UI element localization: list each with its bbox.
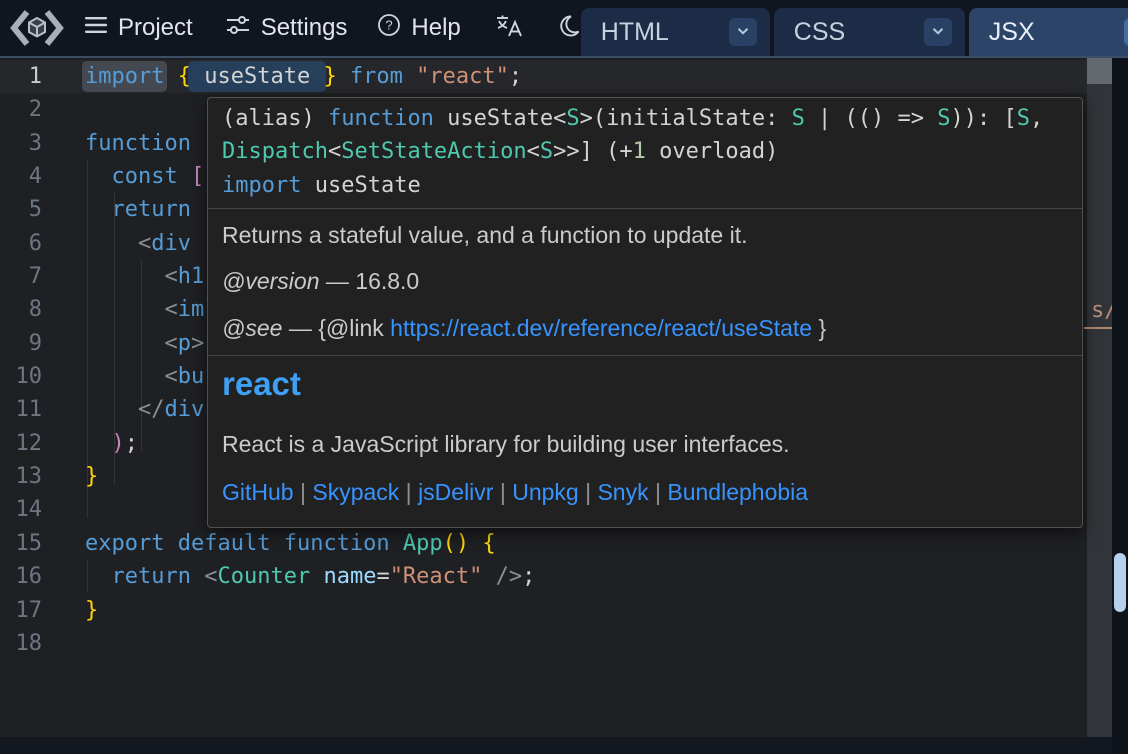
line-number: 2	[0, 93, 42, 126]
package-link[interactable]: Unpkg	[512, 479, 578, 505]
line-number: 3	[0, 127, 42, 160]
editor-scrollbar-thumb[interactable]	[1087, 58, 1112, 84]
doc-link[interactable]: https://react.dev/reference/react/useSta…	[390, 315, 812, 341]
line-number: 10	[0, 360, 42, 393]
line-number: 15	[0, 527, 42, 560]
page-scrollbar-track[interactable]	[1112, 58, 1128, 754]
line-number: 8	[0, 293, 42, 326]
indent-guide	[114, 193, 115, 485]
package-link[interactable]: jsDelivr	[418, 479, 493, 505]
page-scrollbar-thumb[interactable]	[1114, 553, 1126, 612]
line-number: 11	[0, 393, 42, 426]
editor-tabs: HTML CSS JSX	[581, 8, 1128, 56]
chevron-down-icon	[734, 22, 752, 43]
chevron-down-icon	[929, 22, 947, 43]
translate-button[interactable]	[495, 13, 523, 44]
line-number: 1	[0, 60, 42, 93]
hover-tooltip: (alias) function useState<S>(initialStat…	[207, 97, 1083, 528]
app-logo	[8, 7, 66, 49]
line-number: 9	[0, 327, 42, 360]
code-line[interactable]: 15export default function App() {	[0, 527, 1112, 560]
line-number: 14	[0, 493, 42, 526]
package-link[interactable]: Skypack	[312, 479, 399, 505]
tooltip-doc-version: @version — 16.8.0	[222, 267, 1068, 295]
line-number: 16	[0, 560, 42, 593]
package-link[interactable]: GitHub	[222, 479, 294, 505]
menu-help[interactable]: ? Help	[377, 13, 460, 44]
sliders-icon	[225, 13, 251, 44]
tab-jsx-label: JSX	[989, 18, 1035, 47]
code-line[interactable]: 18	[0, 627, 1112, 660]
menu-settings[interactable]: Settings	[225, 13, 348, 44]
line-number: 18	[0, 627, 42, 660]
package-description: React is a JavaScript library for buildi…	[222, 430, 1068, 458]
link-separator: |	[399, 479, 418, 505]
editor-scrollbar-track[interactable]	[1087, 58, 1112, 737]
bottom-strip	[0, 737, 1112, 754]
link-separator: |	[493, 479, 512, 505]
code-cube-logo-icon	[8, 7, 66, 49]
translate-icon	[495, 13, 523, 44]
code-line[interactable]: 16 return <Counter name="React" />;	[0, 560, 1112, 593]
tooltip-doc-see: @see — {@link https://react.dev/referenc…	[222, 314, 1068, 342]
line-number: 6	[0, 227, 42, 260]
code-line[interactable]: 17}	[0, 594, 1112, 627]
tab-jsx[interactable]: JSX	[969, 8, 1128, 56]
indent-guide	[141, 260, 142, 451]
link-separator: |	[649, 479, 668, 505]
menu-icon	[84, 14, 108, 42]
package-link[interactable]: Bundlephobia	[667, 479, 808, 505]
tab-css-label: CSS	[794, 18, 845, 47]
package-links-row: GitHub | Skypack | jsDelivr | Unpkg | Sn…	[222, 478, 1068, 506]
line-number: 7	[0, 260, 42, 293]
menu-help-label: Help	[411, 14, 460, 42]
moon-icon	[557, 14, 581, 43]
link-separator: |	[294, 479, 313, 505]
tab-html-label: HTML	[601, 18, 669, 47]
menu-project-label: Project	[118, 14, 193, 42]
indent-guide	[87, 560, 88, 593]
tooltip-divider	[208, 355, 1082, 356]
dark-mode-toggle[interactable]	[557, 14, 581, 43]
link-separator: |	[579, 479, 598, 505]
indent-guide	[87, 160, 88, 518]
tab-css-dropdown-button[interactable]	[924, 18, 952, 46]
menu-settings-label: Settings	[261, 14, 348, 42]
package-name-link[interactable]: react	[222, 364, 1068, 404]
tab-html[interactable]: HTML	[581, 8, 770, 56]
playground-window: Project Settings ? Help	[0, 0, 1128, 754]
line-number: 13	[0, 460, 42, 493]
top-bar: Project Settings ? Help	[0, 0, 1128, 58]
line-number: 12	[0, 427, 42, 460]
tooltip-divider	[208, 208, 1082, 209]
line-number: 17	[0, 594, 42, 627]
tooltip-signature: (alias) function useState<S>(initialStat…	[222, 102, 1068, 202]
tab-jsx-dropdown-button[interactable]	[1124, 18, 1128, 46]
svg-text:?: ?	[386, 17, 393, 32]
code-line[interactable]: 1import { useState } from "react";	[0, 60, 1112, 93]
tab-css[interactable]: CSS	[774, 8, 965, 56]
tab-html-dropdown-button[interactable]	[729, 18, 757, 46]
tooltip-doc-returns: Returns a stateful value, and a function…	[222, 221, 1068, 249]
package-link[interactable]: Snyk	[597, 479, 648, 505]
menu-project[interactable]: Project	[84, 14, 193, 42]
help-icon: ?	[377, 13, 401, 44]
line-number: 4	[0, 160, 42, 193]
line-number: 5	[0, 193, 42, 226]
